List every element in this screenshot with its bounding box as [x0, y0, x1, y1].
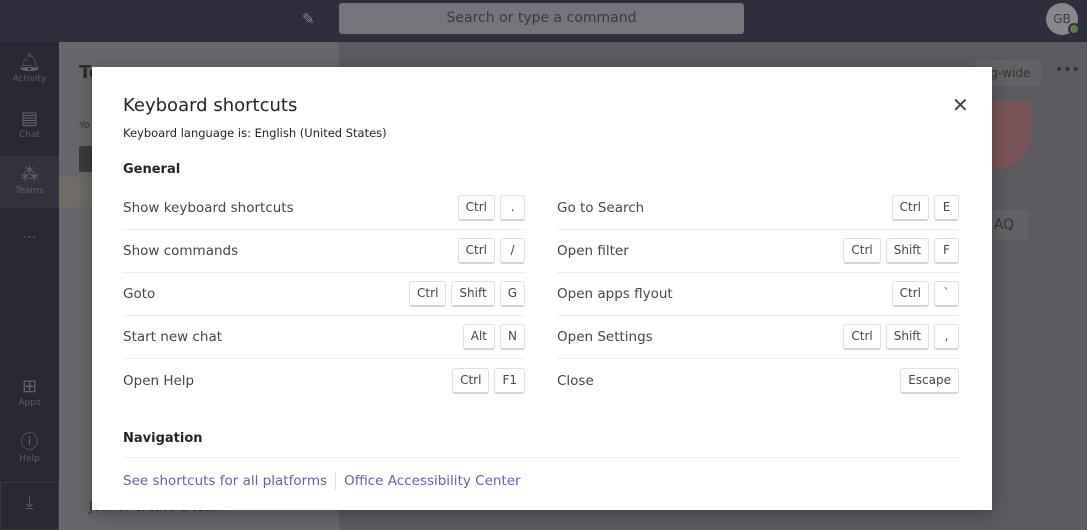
rail-item-more[interactable]: ... — [0, 226, 59, 242]
key-cap: ` — [934, 281, 959, 307]
key-cap: Ctrl — [843, 238, 881, 264]
rail-item-teams[interactable]: ⁂ Teams — [0, 156, 59, 208]
shortcut-row: Open filter Ctrl Shift F — [557, 230, 959, 273]
shortcut-row: Goto Ctrl Shift G — [123, 273, 525, 316]
shortcut-row: Show keyboard shortcuts Ctrl. — [123, 187, 525, 230]
keyboard-shortcuts-dialog: Keyboard shortcuts ✕ Keyboard language i… — [92, 67, 992, 510]
key-cap: Ctrl — [457, 195, 495, 221]
shortcut-label: Open Help — [123, 372, 195, 389]
dialog-title: Keyboard shortcuts — [123, 95, 298, 116]
key-cap: F1 — [494, 367, 525, 394]
key-cap: E — [934, 195, 959, 221]
shortcut-label: Start new chat — [123, 329, 223, 345]
navigation-heading: Navigation — [123, 431, 203, 446]
shortcut-label: Show keyboard shortcuts — [123, 200, 294, 216]
key-combo: Alt N — [462, 324, 525, 350]
shortcut-row: Show commands Ctrl / — [123, 230, 525, 273]
key-combo: Ctrl. — [457, 195, 525, 221]
divider — [123, 457, 960, 458]
key-cap: Ctrl — [891, 195, 929, 221]
key-cap: Shift — [451, 281, 495, 307]
panel-text: Yo — [79, 120, 90, 131]
key-cap: Ctrl — [452, 367, 490, 394]
key-cap: G — [499, 281, 525, 307]
key-combo: Ctrl ` — [891, 281, 959, 307]
shortcut-row: Start new chat Alt N — [123, 316, 525, 359]
shortcut-label: Show commands — [123, 243, 239, 259]
key-combo: Escape — [900, 367, 959, 394]
key-cap: Shift — [885, 238, 929, 264]
see-all-platforms-link[interactable]: See shortcuts for all platforms — [123, 473, 327, 489]
shortcut-row: Open apps flyout Ctrl ` — [557, 273, 959, 316]
key-cap: Ctrl — [457, 238, 495, 264]
key-combo: Ctrl Shift G — [409, 281, 525, 307]
key-cap: Escape — [900, 367, 959, 394]
key-cap: Alt — [462, 324, 495, 350]
apps-icon: ⊞ — [21, 376, 38, 397]
rail-item-apps[interactable]: ⊞ Apps — [0, 376, 59, 408]
shortcut-label: Goto — [123, 286, 156, 302]
app-rail: 🔔︎ Activity ▤ Chat ⁂ Teams ... ⊞ Apps ⓘ Help … — [0, 42, 59, 530]
key-cap: . — [500, 195, 525, 221]
bell-icon: 🔔︎ — [18, 52, 41, 73]
compose-icon[interactable]: ✎ — [302, 10, 320, 28]
key-cap: F — [934, 238, 959, 264]
top-bar: ✎ Search or type a command GB — [0, 0, 1087, 42]
shortcut-label: Open Settings — [557, 329, 653, 345]
key-combo: Ctrl / — [457, 238, 525, 264]
key-combo: Ctrl Shift F — [843, 238, 959, 264]
presence-icon — [1068, 23, 1080, 35]
shortcut-row: Open Help Ctrl F1 — [123, 359, 525, 402]
chat-icon: ▤ — [20, 108, 38, 129]
key-cap: Ctrl — [409, 281, 447, 307]
key-combo: Ctrl F1 — [452, 367, 525, 394]
search-input[interactable]: Search or type a command — [339, 3, 744, 34]
shortcuts-right-column: Go to Search Ctrl E Open filter Ctrl Shift F Op… — [557, 187, 959, 402]
rail-item-activity[interactable]: 🔔︎ Activity — [0, 52, 59, 84]
teams-icon: ⁂ — [20, 164, 39, 185]
download-icon[interactable]: ⤓ — [0, 482, 59, 530]
key-combo: Ctrl E — [891, 195, 959, 221]
key-cap: Ctrl — [891, 281, 929, 307]
more-icon: ... — [22, 226, 37, 242]
key-combo: Ctrl Shift, — [843, 324, 959, 350]
keyboard-language: Keyboard language is: English (United St… — [123, 126, 387, 140]
more-options-icon[interactable]: ••• — [1055, 62, 1080, 78]
shortcut-row: Open Settings Ctrl Shift, — [557, 316, 959, 359]
shortcut-label: Open filter — [557, 243, 629, 259]
shortcut-label: Go to Search — [557, 200, 645, 216]
rail-item-help[interactable]: ⓘ Help — [0, 432, 59, 464]
divider — [335, 472, 337, 490]
shortcut-label: Open apps flyout — [557, 286, 673, 302]
key-cap: Shift — [885, 324, 929, 350]
shortcut-row: Close Escape — [557, 359, 959, 402]
key-cap: N — [500, 324, 525, 350]
shortcuts-left-column: Show keyboard shortcuts Ctrl. Show command… — [123, 187, 525, 402]
office-accessibility-link[interactable]: Office Accessibility Center — [344, 473, 521, 489]
key-cap: / — [500, 238, 525, 264]
key-cap: Ctrl — [843, 324, 881, 350]
shortcut-label: Close — [557, 372, 594, 389]
rail-item-chat[interactable]: ▤ Chat — [0, 108, 59, 140]
key-cap: , — [934, 324, 959, 350]
help-icon: ⓘ — [20, 432, 39, 453]
close-icon[interactable]: ✕ — [952, 95, 969, 115]
general-heading: General — [123, 162, 181, 177]
footer-links: See shortcuts for all platforms Office A… — [123, 472, 521, 490]
shortcut-row: Go to Search Ctrl E — [557, 187, 959, 230]
